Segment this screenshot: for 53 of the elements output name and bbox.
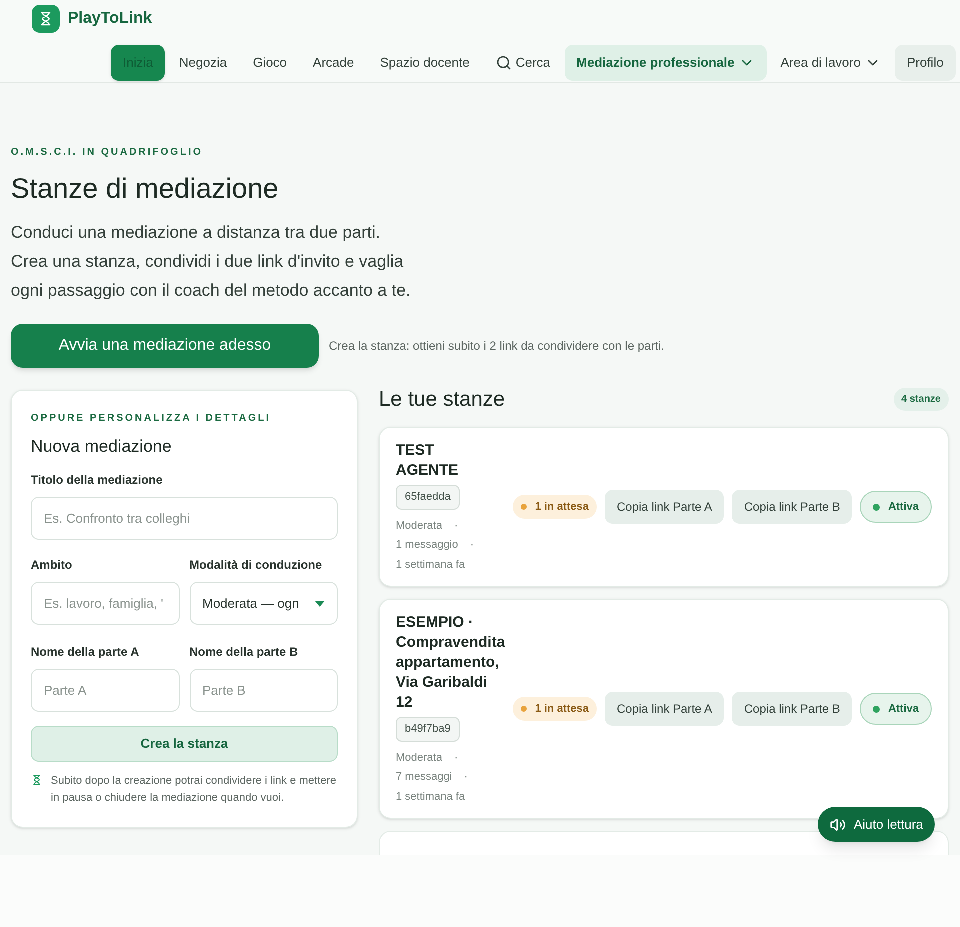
pending-badge: 1 in attesa bbox=[513, 494, 597, 520]
field-label: Nome della parte A bbox=[31, 644, 140, 661]
meta-separator: · bbox=[464, 770, 468, 785]
reading-help-button[interactable]: Aiuto lettura bbox=[818, 807, 936, 842]
field-label: Modalità di conduzione bbox=[190, 557, 324, 574]
room-title: TEST AGENTE bbox=[396, 441, 460, 481]
create-room-button[interactable]: Crea la stanza bbox=[31, 726, 338, 762]
room-code: b49f7ba9 bbox=[396, 717, 460, 742]
room-title: ESEMPIO · Compravendita appartamento, Via Garibaldi 12 bbox=[396, 613, 506, 713]
input-field[interactable]: Parte A bbox=[31, 669, 180, 712]
brand-name[interactable]: PlayToLink bbox=[68, 7, 152, 31]
copy-link-button[interactable]: Copia link Parte A bbox=[605, 692, 724, 726]
copy-link-button[interactable]: Copia link Parte B bbox=[732, 490, 852, 524]
rooms-count: 4 stanze bbox=[894, 388, 949, 411]
room-code: 65faedda bbox=[396, 485, 460, 510]
nav-link[interactable]: Cerca bbox=[484, 45, 563, 80]
room-meta: 1 messaggio bbox=[396, 538, 458, 553]
eyebrow-text: OPPURE PERSONALIZZA I DETTAGLI bbox=[31, 412, 272, 426]
eyebrow-text: O.M.S.C.I. IN QUADRIFOGLIO bbox=[11, 146, 204, 160]
room-meta: 7 messaggi bbox=[396, 770, 452, 785]
status-badge: Attiva bbox=[860, 490, 932, 524]
copy-link-button[interactable]: Copia link Parte B bbox=[732, 692, 852, 726]
room-meta: Moderata bbox=[396, 750, 442, 766]
select-field[interactable]: Moderata — ogn bbox=[190, 582, 338, 625]
room-meta: 1 settimana fa bbox=[396, 558, 466, 572]
page-title: Stanze di mediazione bbox=[11, 172, 280, 206]
input-field[interactable]: Parte B bbox=[190, 669, 338, 712]
nav-link[interactable]: Mediazione professionale bbox=[564, 45, 767, 80]
start-mediation-button[interactable]: Avvia una mediazione adesso bbox=[11, 324, 319, 368]
room-meta: 1 settimana fa bbox=[396, 790, 466, 804]
nav-link[interactable]: Gioco bbox=[241, 45, 300, 80]
field-label: Titolo della mediazione bbox=[31, 472, 164, 489]
input-field[interactable]: Es. lavoro, famiglia, ' bbox=[31, 582, 180, 625]
input-field[interactable]: Es. Confronto tra colleghi bbox=[31, 497, 338, 540]
status-badge: Attiva bbox=[860, 692, 932, 726]
rooms-title: Le tue stanze bbox=[379, 386, 506, 412]
room-meta: Moderata bbox=[396, 518, 442, 534]
copy-link-button[interactable]: Copia link Parte A bbox=[605, 490, 724, 524]
field-label: Nome della parte B bbox=[190, 644, 300, 661]
form-title: Nuova mediazione bbox=[31, 436, 173, 458]
meta-separator: · bbox=[470, 538, 474, 553]
pending-badge: 1 in attesa bbox=[513, 696, 597, 722]
nav-link[interactable]: Profilo bbox=[894, 45, 956, 80]
nav-link[interactable]: Spazio docente bbox=[368, 45, 482, 80]
form-note: Subito dopo la creazione potrai condividere i link e mettere in pausa o chiudere la mediazione quando vuoi. bbox=[51, 774, 338, 806]
meta-separator: · bbox=[454, 750, 458, 766]
cta-note: Crea la stanza: ottieni subito i 2 link da condividere con le parti. bbox=[329, 338, 665, 354]
nav-link[interactable]: Area di lavoro bbox=[768, 45, 893, 80]
field-label: Ambito bbox=[31, 557, 74, 574]
nav-link[interactable]: Negozia bbox=[167, 45, 240, 80]
meta-separator: · bbox=[454, 518, 458, 534]
nav-link[interactable]: Arcade bbox=[301, 45, 366, 80]
intro-text: Conduci una mediazione a distanza tra due parti. Crea una stanza, condividi i due link d'invito e vaglia ogni passaggio con il coach del metodo accanto a te. bbox=[11, 222, 412, 302]
